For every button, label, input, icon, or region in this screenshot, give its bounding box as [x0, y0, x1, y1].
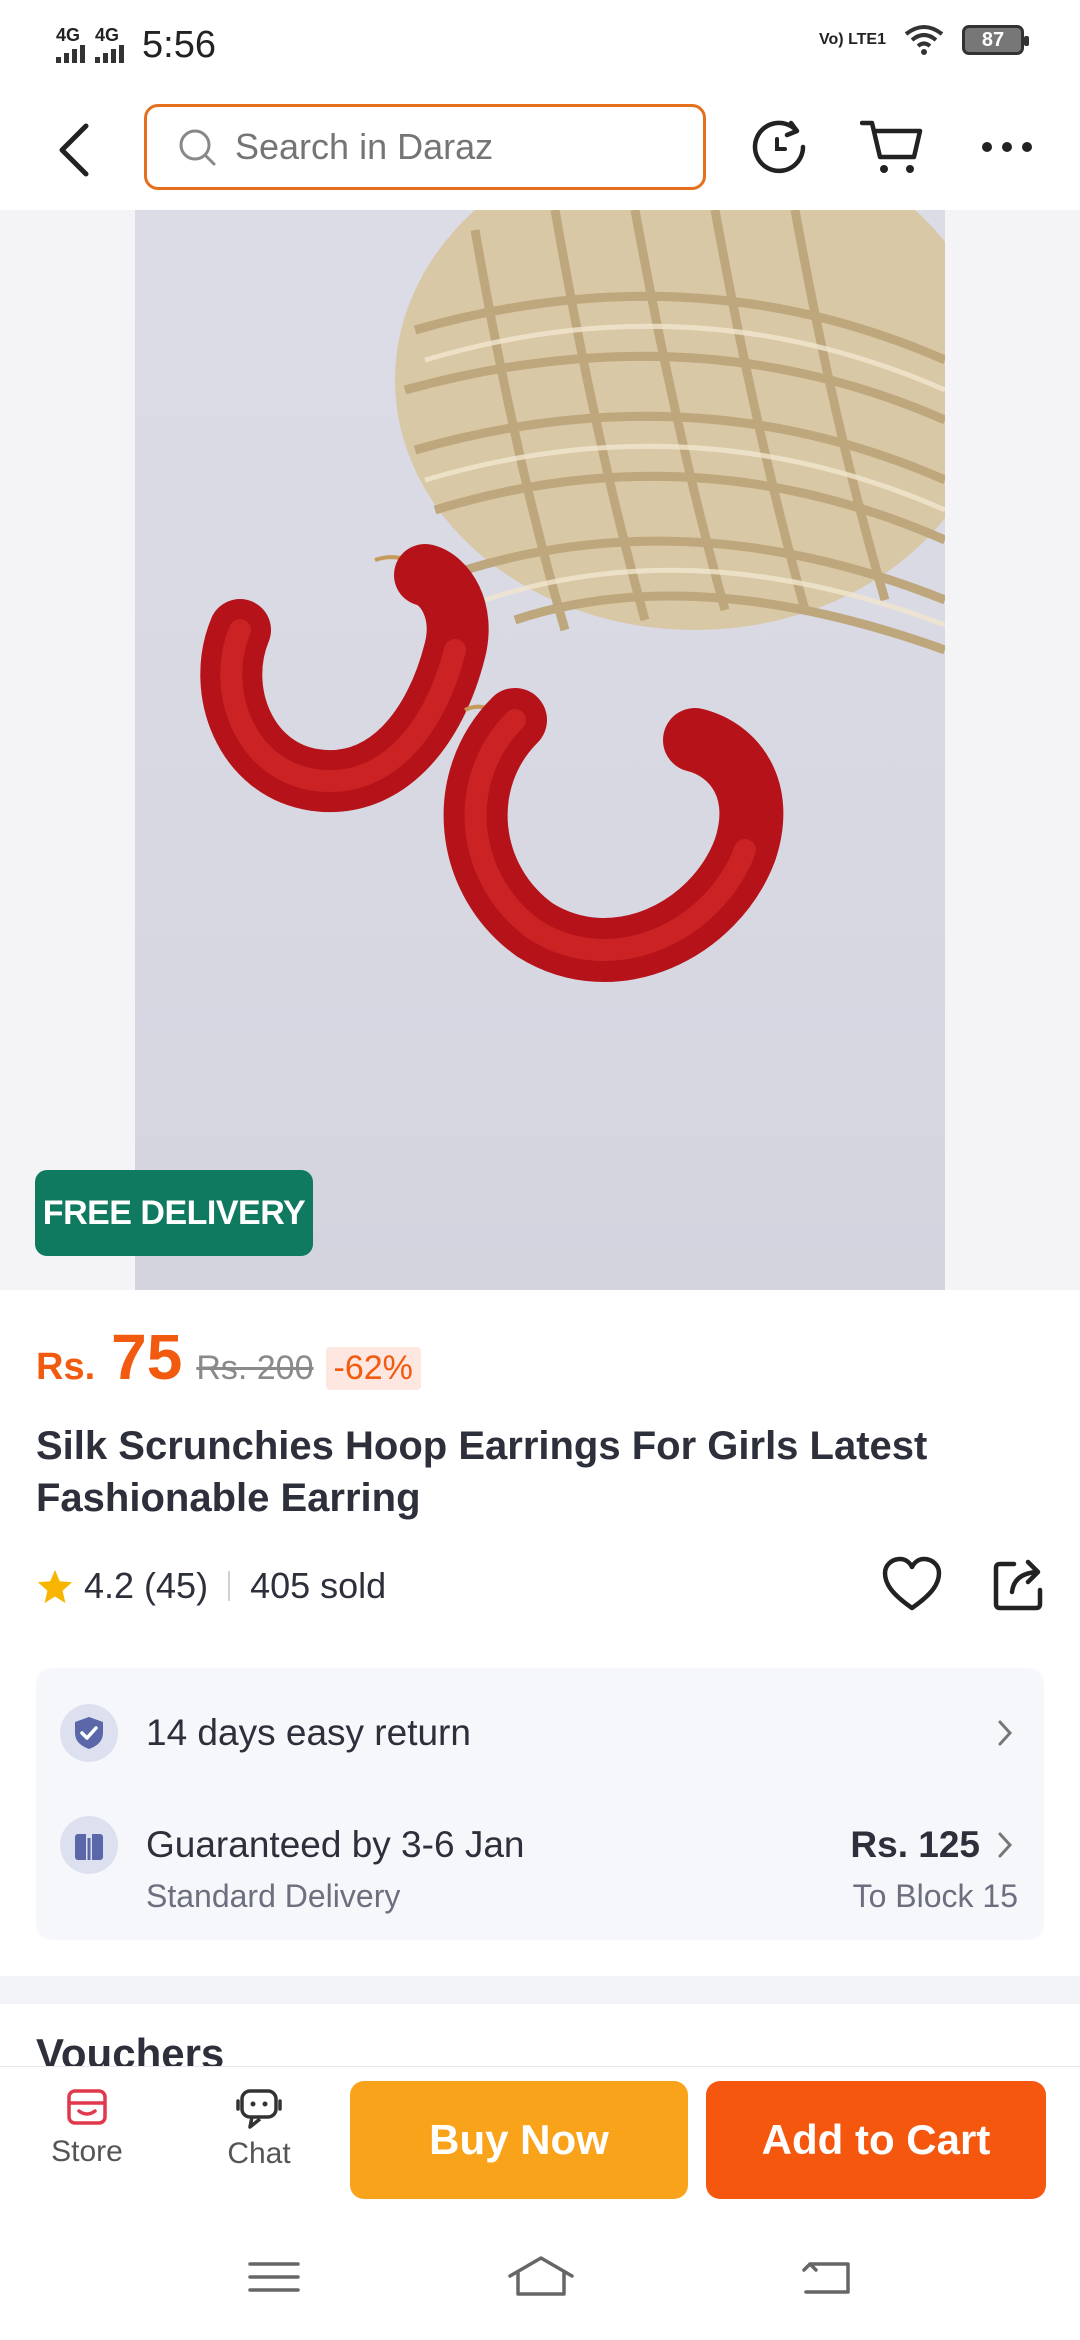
- delivery-fee: Rs. 125: [850, 1824, 980, 1865]
- search-icon: [179, 129, 216, 166]
- back-icon[interactable]: [50, 120, 100, 180]
- currency-label: Rs.: [36, 1346, 96, 1388]
- cart-button[interactable]: [858, 112, 928, 182]
- return-policy-text: 14 days easy return: [146, 1712, 471, 1753]
- clock: 5:56: [142, 23, 216, 66]
- sold-count: 405 sold: [250, 1565, 387, 1606]
- store-icon: [67, 2089, 107, 2125]
- wifi-icon: [904, 25, 944, 55]
- more-icon: [982, 142, 1032, 152]
- rating-value[interactable]: 4.2: [84, 1565, 134, 1607]
- buy-now-button[interactable]: Buy Now: [350, 2081, 688, 2199]
- history-refresh-icon: [752, 120, 806, 174]
- back-nav-icon[interactable]: [796, 2252, 856, 2302]
- more-options-button[interactable]: [972, 112, 1042, 182]
- cart-icon: [860, 120, 923, 173]
- chat-icon: [236, 2089, 282, 2129]
- free-delivery-badge: FREE DELIVERY: [35, 1170, 313, 1256]
- volte-indicator: Vo) LTE1: [819, 31, 886, 48]
- delivery-row[interactable]: Guaranteed by 3-6 Jan Rs. 125: [60, 1816, 1020, 1874]
- divider: [228, 1571, 231, 1601]
- section-divider: [0, 1976, 1080, 2004]
- history-refresh-button[interactable]: [744, 112, 814, 182]
- service-info-card: 14 days easy return Guaranteed by 3-6 Ja…: [36, 1668, 1044, 1940]
- chat-button[interactable]: Chat: [194, 2085, 324, 2171]
- price-row: Rs. 75 Rs. 200 -62%: [36, 1320, 421, 1394]
- search-bar[interactable]: [144, 104, 706, 190]
- add-to-cart-button[interactable]: Add to Cart: [706, 2081, 1046, 2199]
- shield-check-icon: [60, 1704, 118, 1762]
- product-title: Silk Scrunchies Hoop Earrings For Girls …: [36, 1424, 928, 1520]
- current-price: 75: [111, 1321, 183, 1393]
- store-button[interactable]: Store: [22, 2085, 152, 2169]
- rating-row: 4.2 (45) 405 sold: [36, 1556, 1046, 1616]
- delivery-location[interactable]: To Block 15: [853, 1878, 1018, 1915]
- chevron-right-icon: [998, 1720, 1013, 1746]
- menu-icon[interactable]: [244, 2252, 304, 2302]
- vouchers-heading[interactable]: Vouchers: [36, 2030, 224, 2066]
- store-label: Store: [51, 2135, 123, 2168]
- action-bar: Store Chat Buy Now Add to Cart: [0, 2066, 1080, 2216]
- delivery-type: Standard Delivery: [146, 1878, 401, 1914]
- original-price: Rs. 200: [196, 1349, 314, 1387]
- search-input[interactable]: [235, 126, 635, 168]
- product-image[interactable]: [135, 210, 945, 1290]
- chevron-right-icon: [998, 1832, 1013, 1858]
- battery-icon: 87: [962, 25, 1029, 55]
- share-icon[interactable]: [992, 1556, 1046, 1612]
- discount-badge: -62%: [325, 1347, 421, 1390]
- product-gallery[interactable]: FREE DELIVERY: [0, 210, 1080, 1290]
- top-bar: [0, 90, 1080, 210]
- star-icon: [37, 1569, 73, 1604]
- heart-icon[interactable]: [882, 1556, 942, 1612]
- earrings-photo: [200, 210, 945, 982]
- system-nav-bar: [0, 2216, 1080, 2340]
- delivery-guarantee-text: Guaranteed by 3-6 Jan: [146, 1824, 525, 1865]
- package-icon: [60, 1816, 118, 1874]
- status-bar: 4G 4G 5:56 Vo) LTE1 87: [0, 0, 1080, 90]
- home-icon[interactable]: [506, 2252, 576, 2302]
- review-count[interactable]: (45): [144, 1565, 208, 1607]
- return-policy-row[interactable]: 14 days easy return: [60, 1704, 1020, 1762]
- signal-icon: 4G: [56, 26, 85, 63]
- signal-icon: 4G: [95, 26, 124, 63]
- chat-label: Chat: [227, 2137, 291, 2170]
